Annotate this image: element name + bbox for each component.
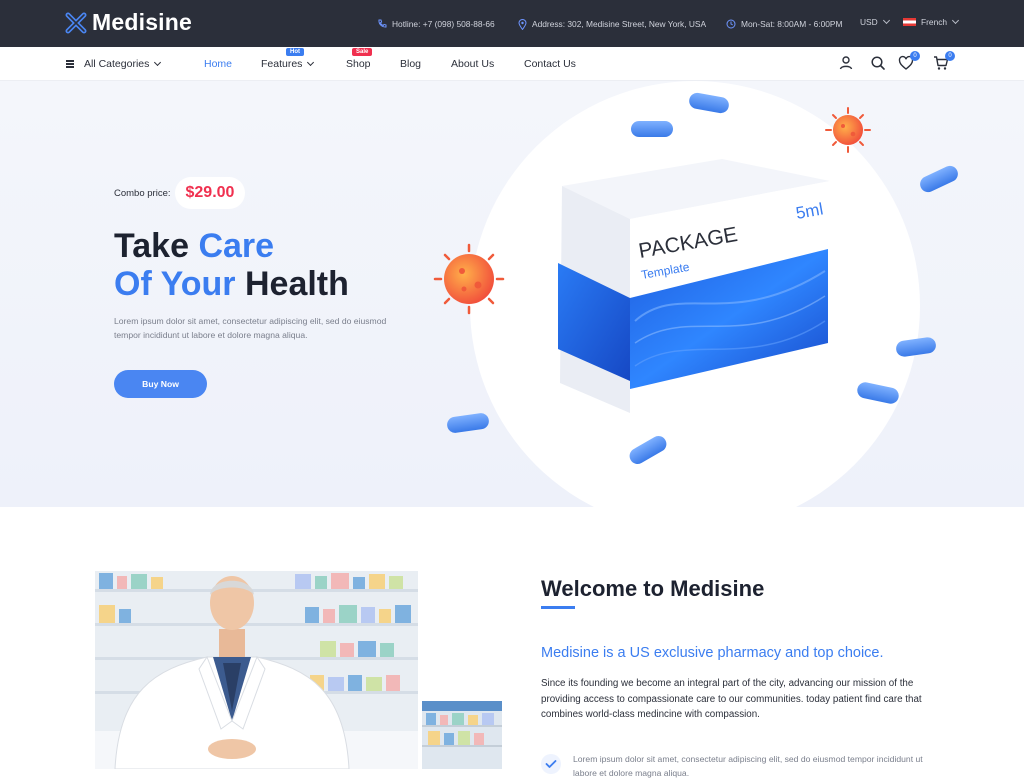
pill-icon [631,121,673,137]
wishlist-button[interactable]: 0 [898,51,920,71]
welcome-body: Since its founding we become an integral… [541,678,922,720]
pill-icon [857,382,899,404]
location-pin-icon [518,18,527,30]
nav-item-about-us[interactable]: About Us [451,58,494,70]
headline-part: Care [198,227,275,265]
cart-button[interactable]: 0 [933,51,955,71]
pharmacy-shelf-graphic [422,701,502,769]
pill-icon [689,92,729,114]
nav-item-features[interactable]: Hot Features [261,48,315,70]
chevron-down-icon [154,58,162,67]
virus-icon [825,107,871,153]
all-categories-button[interactable]: All Categories [66,58,162,70]
pill-icon [920,165,958,193]
hot-badge: Hot [286,48,304,56]
virus-icon [433,243,505,315]
nav-item-shop[interactable]: Sale Shop [346,48,373,70]
language-label: French [921,17,948,27]
hotline-info[interactable]: Hotline: +7 (098) 508-88-66 [377,17,495,31]
nav-item-blog[interactable]: Blog [400,58,421,70]
headline-part: Take [114,227,189,265]
chevron-down-icon [307,58,315,67]
headline-part: Health [244,265,349,303]
chevron-down-icon [952,16,960,25]
hotline-text: Hotline: +7 (098) 508-88-66 [392,19,495,29]
hours-info: Mon-Sat: 8:00AM - 6:00PM [726,17,842,31]
main-navigation: All Categories Home Hot Features Sale Sh… [0,47,1024,81]
pharmacist-photo-graphic [95,571,418,769]
checkmark-icon [545,760,557,768]
buy-now-button[interactable]: Buy Now [114,370,207,398]
hero-banner: Combo price: $29.00 Take Care Of Your He… [0,81,1024,507]
nav-item-label: Contact Us [524,58,576,70]
feature-text: Lorem ipsum dolor sit amet, consectetur … [573,754,923,778]
search-icon[interactable] [870,55,886,71]
nav-item-home[interactable]: Home [204,58,232,70]
top-bar: Medisine Hotline: +7 (098) 508-88-66 Add… [0,0,1024,47]
clock-icon [726,19,736,29]
hero-description: Lorem ipsum dolor sit amet, consectetur … [114,316,387,340]
product-illustration: PACKAGE Template 5ml [433,92,958,464]
pill-icon [896,337,936,357]
title-underline [541,606,575,609]
headline-part: Of Your [114,265,236,303]
nav-item-label: Features [261,58,303,70]
currency-dropdown[interactable]: USD [860,16,890,27]
brand-name: Medisine [92,9,193,35]
nav-item-label: Home [204,58,233,70]
logo-mark-icon [65,12,87,33]
address-info: Address: 302, Medisine Street, New York,… [518,17,706,31]
cart-count: 0 [945,51,955,61]
combo-price-value: $29.00 [174,177,246,209]
wishlist-count: 0 [910,51,920,61]
all-categories-label: All Categories [84,58,150,70]
medicine-box: PACKAGE Template 5ml [558,159,830,413]
currency-label: USD [860,17,878,27]
nav-item-label: About Us [451,58,495,70]
hero-headline: Take Care Of Your Health [114,227,349,303]
address-text: Address: 302, Medisine Street, New York,… [532,19,707,29]
nav-item-label: Blog [400,58,422,70]
pharmacist-photo [95,571,418,769]
hours-text: Mon-Sat: 8:00AM - 6:00PM [741,19,843,29]
flag-icon [903,18,916,26]
sale-badge: Sale [352,48,373,56]
pharmacy-shelf-photo [422,701,502,769]
checkmark-badge [541,754,561,774]
nav-item-label: Shop [346,58,371,70]
pill-icon [447,413,489,433]
chevron-down-icon [882,16,890,25]
welcome-subtitle: Medisine is a US exclusive pharmacy and … [541,645,884,661]
nav-item-contact-us[interactable]: Contact Us [524,58,576,70]
combo-price-label: Combo price: [114,187,171,199]
phone-icon [378,19,387,28]
language-dropdown[interactable]: French [903,16,960,27]
welcome-title: Welcome to Medisine [541,576,765,601]
pill-icon [629,436,667,464]
menu-icon [66,59,74,69]
user-icon[interactable] [838,55,854,71]
combo-price: Combo price: $29.00 [114,177,246,209]
brand-logo[interactable]: Medisine [64,9,192,36]
